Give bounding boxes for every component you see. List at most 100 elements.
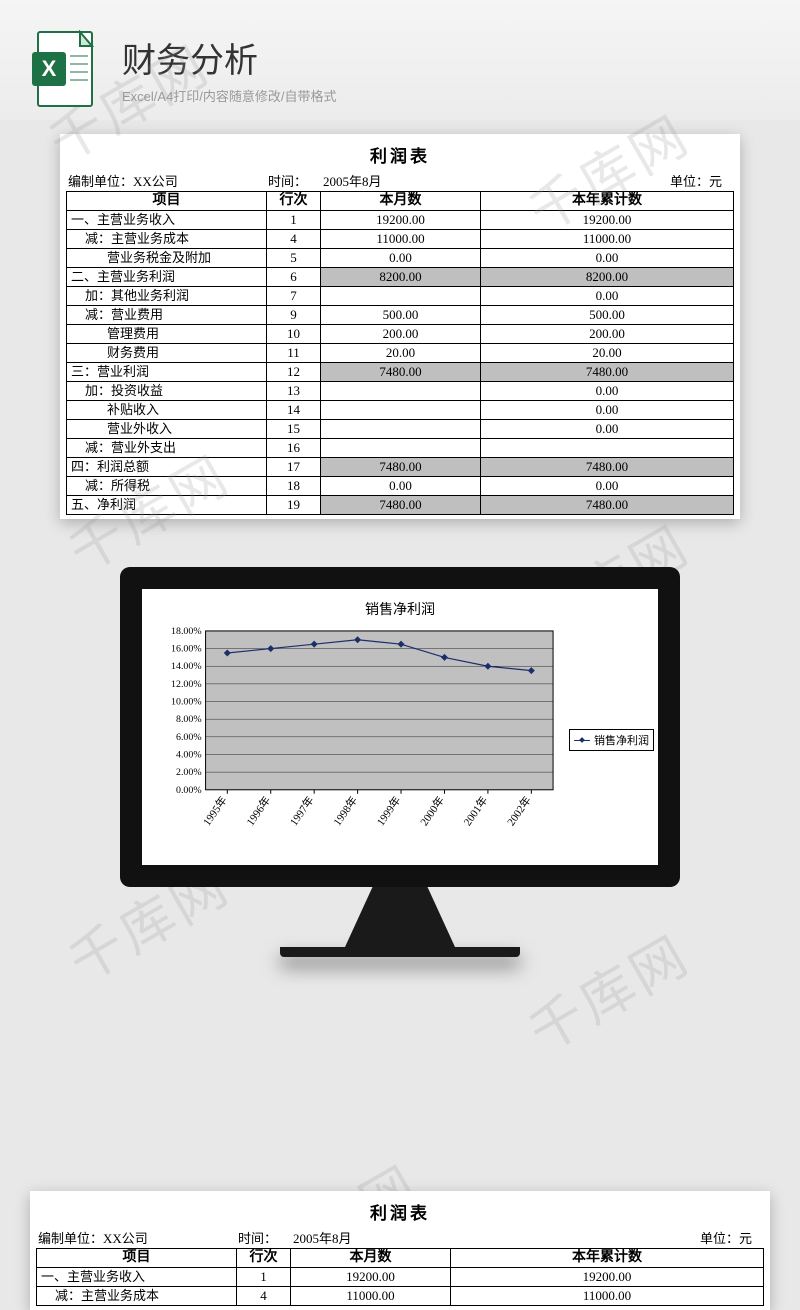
table-row: 减：主营业务成本411000.0011000.00 [37, 1287, 764, 1306]
cell-line: 11 [267, 344, 321, 363]
col-line: 行次 [267, 192, 321, 211]
table-row: 五、净利润197480.007480.00 [67, 496, 734, 515]
monitor-base [280, 947, 520, 957]
svg-text:2.00%: 2.00% [176, 767, 202, 778]
table-row: 减：所得税180.000.00 [67, 477, 734, 496]
cell-item: 营业外收入 [67, 420, 267, 439]
sheet-meta-row: 编制单位：XX公司 时间： 2005年8月 单位：元 [66, 170, 734, 191]
cell-item: 营业务税金及附加 [67, 249, 267, 268]
cell-item: 一、主营业务收入 [67, 211, 267, 230]
legend-marker-icon [574, 740, 590, 741]
page-subtitle: Excel/A4打印/内容随意修改/自带格式 [122, 86, 337, 105]
table-row: 四：利润总额177480.007480.00 [67, 458, 734, 477]
svg-text:2002年: 2002年 [504, 793, 534, 828]
table-row: 一、主营业务收入119200.0019200.00 [67, 211, 734, 230]
cell-line: 10 [267, 325, 321, 344]
svg-text:14.00%: 14.00% [171, 661, 202, 672]
cell-month [321, 420, 481, 439]
col-ytd: 本年累计数 [481, 192, 734, 211]
excel-file-icon: X [30, 30, 100, 108]
svg-text:1999年: 1999年 [373, 793, 403, 828]
table-row: 减：主营业务成本411000.0011000.00 [67, 230, 734, 249]
cell-item: 减：主营业务成本 [37, 1287, 237, 1306]
profit-statement-sheet-duplicate: 利润表 编制单位：XX公司 时间： 2005年8月 单位：元 项目 行次 本月数… [30, 1191, 770, 1310]
cell-item: 管理费用 [67, 325, 267, 344]
cell-month: 0.00 [321, 249, 481, 268]
table-row: 二、主营业务利润68200.008200.00 [67, 268, 734, 287]
cell-month [321, 287, 481, 306]
svg-text:12.00%: 12.00% [171, 679, 202, 690]
cell-line: 15 [267, 420, 321, 439]
page-header: X 财务分析 Excel/A4打印/内容随意修改/自带格式 [0, 0, 800, 120]
cell-item: 财务费用 [67, 344, 267, 363]
cell-line: 17 [267, 458, 321, 477]
cell-ytd: 0.00 [481, 420, 734, 439]
cell-line: 12 [267, 363, 321, 382]
cell-item: 三：营业利润 [67, 363, 267, 382]
cell-item: 一、主营业务收入 [37, 1268, 237, 1287]
profit-table: 项目 行次 本月数 本年累计数 一、主营业务收入119200.0019200.0… [36, 1248, 764, 1306]
cell-ytd: 0.00 [481, 477, 734, 496]
cell-line: 16 [267, 439, 321, 458]
table-row: 减：营业费用9500.00500.00 [67, 306, 734, 325]
cell-item: 五、净利润 [67, 496, 267, 515]
cell-ytd: 20.00 [481, 344, 734, 363]
org-value: XX公司 [133, 174, 178, 189]
svg-text:18.00%: 18.00% [171, 626, 202, 637]
table-row: 营业务税金及附加50.000.00 [67, 249, 734, 268]
cell-ytd: 8200.00 [481, 268, 734, 287]
unit-value: 元 [709, 174, 722, 189]
svg-text:2001年: 2001年 [460, 793, 490, 828]
sheet-title: 利润表 [66, 140, 734, 170]
cell-month: 7480.00 [321, 496, 481, 515]
unit-label: 单位： [670, 174, 709, 189]
cell-ytd: 0.00 [481, 382, 734, 401]
cell-ytd: 7480.00 [481, 496, 734, 515]
cell-month: 7480.00 [321, 363, 481, 382]
cell-month: 19200.00 [291, 1268, 451, 1287]
table-row: 管理费用10200.00200.00 [67, 325, 734, 344]
cell-ytd: 19200.00 [481, 211, 734, 230]
profit-statement-sheet: 利润表 编制单位：XX公司 时间： 2005年8月 单位：元 项目 行次 本月数… [60, 134, 740, 519]
monitor-mockup: 销售净利润 0.00%2.00%4.00%6.00%8.00%10.00%12.… [120, 567, 680, 957]
cell-line: 4 [237, 1287, 291, 1306]
table-row: 减：营业外支出16 [67, 439, 734, 458]
org-label: 编制单位： [68, 174, 133, 189]
cell-ytd: 11000.00 [481, 230, 734, 249]
cell-month: 11000.00 [321, 230, 481, 249]
svg-text:8.00%: 8.00% [176, 714, 202, 725]
svg-text:1996年: 1996年 [243, 793, 273, 828]
cell-item: 加：投资收益 [67, 382, 267, 401]
cell-line: 19 [267, 496, 321, 515]
cell-month [321, 382, 481, 401]
cell-line: 9 [267, 306, 321, 325]
cell-line: 13 [267, 382, 321, 401]
cell-item: 加：其他业务利润 [67, 287, 267, 306]
cell-month: 200.00 [321, 325, 481, 344]
cell-ytd: 200.00 [481, 325, 734, 344]
cell-line: 1 [267, 211, 321, 230]
cell-line: 1 [237, 1268, 291, 1287]
time-value: 2005年8月 [323, 171, 433, 190]
cell-line: 5 [267, 249, 321, 268]
cell-line: 7 [267, 287, 321, 306]
profit-table: 项目 行次 本月数 本年累计数 一、主营业务收入119200.0019200.0… [66, 191, 734, 515]
cell-ytd: 500.00 [481, 306, 734, 325]
svg-text:X: X [42, 56, 57, 81]
cell-ytd: 0.00 [481, 401, 734, 420]
sheet-meta-row: 编制单位：XX公司 时间： 2005年8月 单位：元 [36, 1227, 764, 1248]
cell-ytd: 7480.00 [481, 458, 734, 477]
svg-text:10.00%: 10.00% [171, 697, 202, 708]
svg-text:2000年: 2000年 [417, 793, 447, 828]
cell-month: 8200.00 [321, 268, 481, 287]
table-row: 三：营业利润127480.007480.00 [67, 363, 734, 382]
cell-month [321, 439, 481, 458]
svg-text:1995年: 1995年 [200, 793, 230, 828]
svg-text:6.00%: 6.00% [176, 732, 202, 743]
monitor-stand [345, 887, 455, 947]
cell-item: 补贴收入 [67, 401, 267, 420]
cell-line: 14 [267, 401, 321, 420]
cell-item: 减：所得税 [67, 477, 267, 496]
cell-month: 500.00 [321, 306, 481, 325]
sheet-title: 利润表 [36, 1197, 764, 1227]
